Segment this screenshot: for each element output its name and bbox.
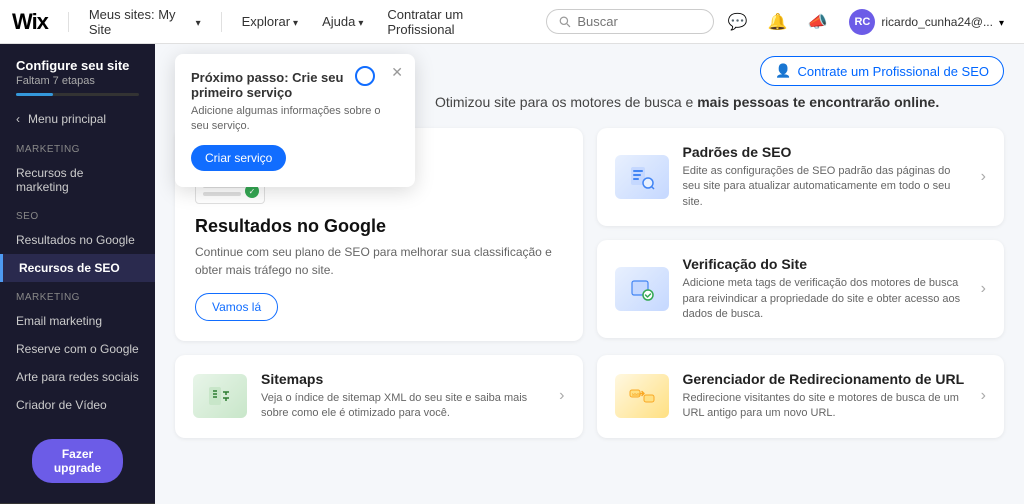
url-redirect-card[interactable]: www Gerenciador de Redirecionamento de U… bbox=[597, 355, 1005, 438]
my-site-label: Meus sites: My Site bbox=[89, 7, 192, 37]
site-verification-icon bbox=[615, 267, 669, 311]
sidebar-configure-title: Configure seu site bbox=[16, 58, 139, 73]
tooltip-create-button[interactable]: Criar serviço bbox=[191, 145, 286, 171]
chevron-left-icon: ‹ bbox=[16, 112, 20, 126]
person-icon: 👤 bbox=[775, 63, 791, 79]
site-verification-title: Verificação do Site bbox=[683, 256, 967, 272]
reserve-google-label: Reserve com o Google bbox=[16, 342, 139, 356]
recursos-seo-label: Recursos de SEO bbox=[19, 261, 120, 275]
sitemaps-title: Sitemaps bbox=[261, 371, 545, 387]
arte-redes-label: Arte para redes sociais bbox=[16, 370, 139, 384]
ajuda-chevron bbox=[358, 14, 363, 29]
url-redirect-arrow bbox=[981, 387, 986, 405]
contratar-nav-link[interactable]: Contratar um Profissional bbox=[379, 3, 530, 41]
sidebar-item-email-marketing[interactable]: Email marketing bbox=[0, 307, 155, 335]
contratar-label: Contratar um Profissional bbox=[387, 7, 522, 37]
sidebar-section-marketing2: Marketing bbox=[0, 282, 155, 307]
seo-patterns-desc: Edite as configurações de SEO padrão das… bbox=[683, 164, 967, 210]
explorar-label: Explorar bbox=[242, 14, 290, 29]
user-avatar: RC bbox=[849, 9, 875, 35]
sidebar-item-recursos-seo[interactable]: Recursos de SEO bbox=[0, 254, 155, 282]
hire-pro-label: Contrate um Profissional de SEO bbox=[798, 64, 989, 79]
google-results-card-title: Resultados no Google bbox=[195, 216, 563, 237]
sidebar-section-marketing: Marketing bbox=[0, 134, 155, 159]
sidebar-item-arte-redes[interactable]: Arte para redes sociais bbox=[0, 363, 155, 391]
sidebar-item-resultados-google[interactable]: Resultados no Google bbox=[0, 226, 155, 254]
sitemaps-card[interactable]: Sitemaps Veja o índice de sitemap XML do… bbox=[175, 355, 583, 438]
seo-patterns-content: Padrões de SEO Edite as configurações de… bbox=[683, 144, 967, 210]
sidebar-header: Configure seu site Faltam 7 etapas bbox=[0, 44, 155, 104]
sitemaps-desc: Veja o índice de sitemap XML do seu site… bbox=[261, 391, 545, 422]
site-verification-arrow bbox=[981, 280, 986, 298]
sidebar-item-reserve-google[interactable]: Reserve com o Google bbox=[0, 335, 155, 363]
site-verification-card[interactable]: Verificação do Site Adicione meta tags d… bbox=[597, 240, 1005, 338]
email-marketing-label: Email marketing bbox=[16, 314, 102, 328]
wix-logo: Wix bbox=[12, 9, 48, 35]
google-results-card-desc: Continue com seu plano de SEO para melho… bbox=[195, 243, 563, 279]
sitemaps-arrow bbox=[559, 387, 564, 405]
chat-icon[interactable]: 💬 bbox=[722, 8, 754, 36]
hero-text-bold: mais pessoas te encontrarão online. bbox=[697, 94, 939, 110]
resultados-google-label: Resultados no Google bbox=[16, 233, 135, 247]
nav-divider-2 bbox=[221, 12, 222, 32]
user-chevron bbox=[999, 14, 1004, 29]
user-email: ricardo_cunha24@... bbox=[881, 15, 993, 29]
url-redirect-desc: Redirecione visitantes do site e motores… bbox=[683, 391, 967, 422]
search-bar[interactable] bbox=[546, 9, 714, 34]
upgrade-button[interactable]: Fazer upgrade bbox=[32, 439, 123, 483]
explorar-chevron bbox=[293, 14, 298, 29]
hero-text-part1: Otimizou site para os motores de busca e bbox=[435, 94, 697, 110]
sidebar-progress-bar bbox=[16, 93, 139, 96]
url-redirect-title: Gerenciador de Redirecionamento de URL bbox=[683, 371, 967, 387]
url-redirect-content: Gerenciador de Redirecionamento de URL R… bbox=[683, 371, 967, 422]
tooltip-circle bbox=[355, 66, 375, 86]
right-column: Padrões de SEO Edite as configurações de… bbox=[597, 128, 1005, 341]
notification-bell-icon[interactable]: 🔔 bbox=[762, 8, 794, 36]
ajuda-nav-link[interactable]: Ajuda bbox=[314, 10, 371, 33]
megaphone-icon[interactable]: 📣 bbox=[801, 8, 833, 36]
main-content: 👤 Contrate um Profissional de SEO ✕ Próx… bbox=[155, 44, 1024, 504]
seo-patterns-title: Padrões de SEO bbox=[683, 144, 967, 160]
sidebar-section-seo: SEO bbox=[0, 201, 155, 226]
url-redirect-icon: www bbox=[615, 374, 669, 418]
sitemaps-content: Sitemaps Veja o índice de sitemap XML do… bbox=[261, 371, 545, 422]
search-icon bbox=[559, 15, 571, 29]
site-verification-content: Verificação do Site Adicione meta tags d… bbox=[683, 256, 967, 322]
seo-patterns-icon bbox=[615, 155, 669, 199]
sidebar-progress-fill bbox=[16, 93, 53, 96]
seo-patterns-arrow bbox=[981, 168, 986, 186]
criador-video-label: Criador de Vídeo bbox=[16, 398, 107, 412]
my-site-button[interactable]: Meus sites: My Site bbox=[81, 3, 209, 41]
sidebar: Configure seu site Faltam 7 etapas ‹ Men… bbox=[0, 44, 155, 504]
recursos-marketing-label: Recursos de marketing bbox=[16, 166, 139, 194]
google-results-card-btn[interactable]: Vamos lá bbox=[195, 293, 278, 321]
tooltip-popup: ✕ Próximo passo: Crie seu primeiro servi… bbox=[175, 54, 415, 187]
my-site-chevron bbox=[196, 14, 201, 29]
nav-divider-1 bbox=[68, 12, 69, 32]
sidebar-item-menu-principal[interactable]: ‹ Menu principal bbox=[0, 104, 155, 134]
tooltip-description: Adicione algumas informações sobre o seu… bbox=[191, 104, 399, 135]
search-input[interactable] bbox=[577, 14, 700, 29]
main-layout: Configure seu site Faltam 7 etapas ‹ Men… bbox=[0, 44, 1024, 504]
sidebar-configure-subtitle: Faltam 7 etapas bbox=[16, 75, 139, 87]
sidebar-item-criador-video[interactable]: Criador de Vídeo bbox=[0, 391, 155, 419]
sidebar-item-recursos-marketing[interactable]: Recursos de marketing bbox=[0, 159, 155, 201]
top-navigation: Wix Meus sites: My Site Explorar Ajuda C… bbox=[0, 0, 1024, 44]
menu-principal-label: Menu principal bbox=[28, 112, 106, 126]
site-verification-desc: Adicione meta tags de verificação dos mo… bbox=[683, 276, 967, 322]
tooltip-close-button[interactable]: ✕ bbox=[391, 64, 403, 81]
seo-patterns-card[interactable]: Padrões de SEO Edite as configurações de… bbox=[597, 128, 1005, 226]
ajuda-label: Ajuda bbox=[322, 14, 355, 29]
svg-text:www: www bbox=[632, 392, 642, 398]
explorar-nav-link[interactable]: Explorar bbox=[234, 10, 306, 33]
hire-pro-seo-button[interactable]: 👤 Contrate um Profissional de SEO bbox=[760, 56, 1004, 86]
hero-paragraph: Otimizou site para os motores de busca e… bbox=[435, 94, 1004, 110]
user-menu-button[interactable]: RC ricardo_cunha24@... bbox=[841, 5, 1012, 39]
sitemaps-icon bbox=[193, 374, 247, 418]
